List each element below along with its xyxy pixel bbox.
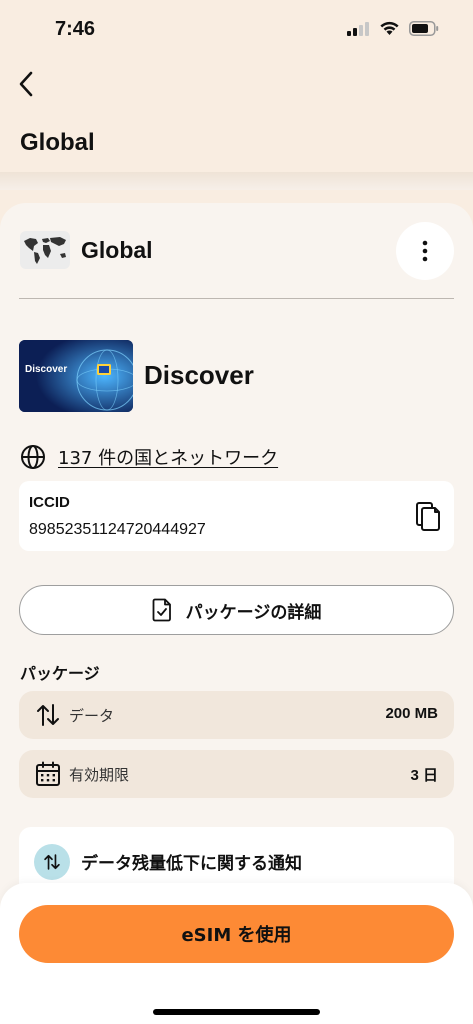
package-details-button[interactable]: パッケージの詳細: [19, 585, 454, 635]
iccid-label: ICCID: [29, 494, 70, 511]
plan-image: Discover: [19, 340, 133, 412]
use-esim-label: eSIM を使用: [181, 925, 292, 946]
copy-icon: [416, 502, 440, 531]
status-icons: [347, 21, 439, 36]
notice-icon-circle: [34, 844, 70, 880]
coverage-link[interactable]: 137 件の国とネットワーク: [58, 444, 278, 470]
package-row-value: 200 MB: [385, 705, 438, 722]
header-divider: [0, 172, 473, 190]
document-check-icon: [152, 598, 171, 622]
status-time: 7:46: [55, 18, 96, 40]
status-bar: 7:46: [0, 0, 473, 60]
wifi-icon: [380, 21, 399, 35]
package-row-label: 有効期限: [69, 766, 130, 784]
package-row-data: データ 200 MB: [19, 691, 454, 739]
region-name: Global: [81, 237, 153, 263]
vertical-ellipsis-icon: [422, 240, 428, 262]
iccid-box: ICCID 89852351124720444927: [19, 481, 454, 551]
package-row-label: データ: [69, 707, 115, 725]
cellular-signal-icon: [347, 21, 369, 36]
globe-icon: [21, 445, 45, 469]
notice-title: データ残量低下に関する通知: [81, 854, 302, 874]
data-transfer-icon: [44, 854, 60, 870]
package-section-title: パッケージ: [20, 664, 100, 683]
back-button[interactable]: [8, 66, 44, 102]
data-transfer-icon: [37, 704, 59, 726]
home-indicator[interactable]: [153, 1009, 320, 1015]
divider: [19, 298, 454, 299]
battery-icon: [409, 21, 439, 36]
package-row-validity: 有効期限 3 日: [19, 750, 454, 798]
copy-iccid-button[interactable]: [414, 501, 442, 533]
more-options-button[interactable]: [396, 222, 454, 280]
plan-image-label: Discover: [25, 364, 68, 375]
calendar-icon: [36, 761, 60, 786]
page-title: Global: [20, 129, 95, 156]
package-row-value: 3 日: [410, 767, 438, 784]
use-esim-button[interactable]: eSIM を使用: [19, 905, 454, 963]
plan-name: Discover: [144, 360, 254, 390]
package-details-label: パッケージの詳細: [185, 602, 322, 623]
world-map-icon: [20, 231, 70, 269]
iccid-value: 89852351124720444927: [29, 521, 206, 538]
coverage-row[interactable]: 137 件の国とネットワーク: [20, 443, 278, 471]
chevron-left-icon: [19, 71, 33, 97]
